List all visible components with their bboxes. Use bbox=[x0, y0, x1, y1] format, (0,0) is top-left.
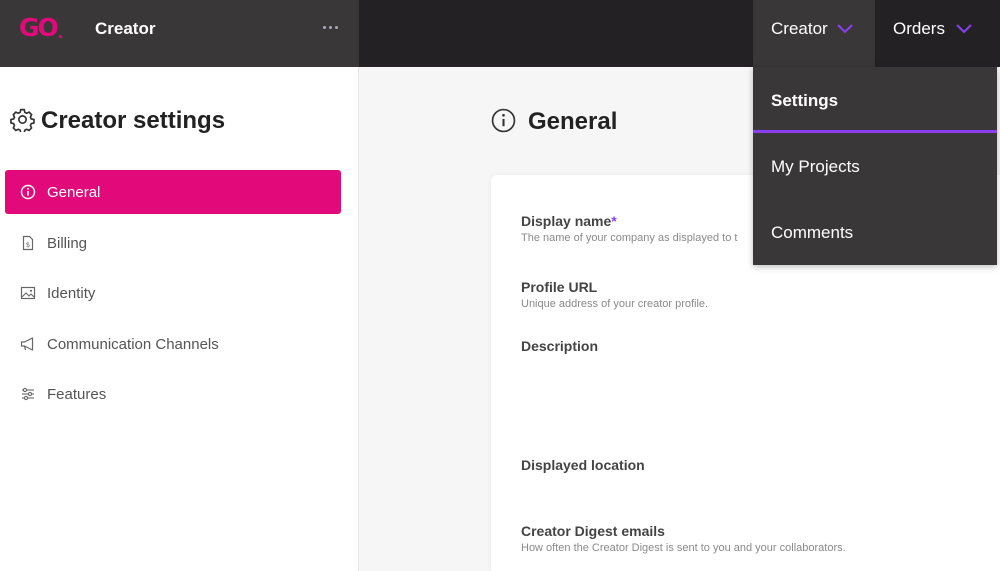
page-title: General bbox=[528, 108, 618, 135]
sidebar-item-label: Communication Channels bbox=[47, 336, 219, 353]
menu-item-label: Settings bbox=[771, 91, 839, 110]
sidebar-item-label: Identity bbox=[47, 285, 96, 302]
invoice-icon: $ bbox=[22, 235, 34, 251]
sidebar-item-billing[interactable]: $ Billing bbox=[5, 221, 341, 265]
brand-area: GO Creator bbox=[0, 0, 359, 67]
field-label: Description bbox=[521, 338, 599, 354]
menu-item-comments[interactable]: Comments bbox=[753, 199, 997, 265]
field-help: The name of your company as displayed to… bbox=[521, 232, 738, 244]
gear-icon bbox=[10, 108, 35, 132]
app-title: Creator bbox=[95, 19, 156, 38]
nav-orders-label: Orders bbox=[893, 19, 945, 38]
menu-item-my-projects[interactable]: My Projects bbox=[753, 133, 997, 199]
sidebar-item-label: Billing bbox=[47, 235, 88, 252]
top-bar: GO Creator Creator Orders bbox=[0, 0, 1000, 67]
image-icon bbox=[20, 286, 36, 300]
sliders-icon bbox=[22, 387, 34, 401]
field-label: Displayed location bbox=[521, 457, 645, 473]
displayed-location-field[interactable]: Displayed location bbox=[521, 457, 645, 473]
info-icon bbox=[491, 108, 516, 133]
ellipsis-icon[interactable] bbox=[316, 18, 344, 36]
field-label: Creator Digest emails bbox=[521, 523, 665, 539]
sidebar-item-identity[interactable]: Identity bbox=[5, 271, 341, 315]
chevron-down-icon bbox=[956, 24, 972, 34]
description-field[interactable]: Description bbox=[521, 338, 598, 354]
field-label: Display name* bbox=[521, 213, 617, 229]
menu-item-settings[interactable]: Settings bbox=[753, 67, 997, 133]
menu-item-label: My Projects bbox=[771, 157, 860, 176]
logo-dot bbox=[59, 35, 62, 38]
sidebar-item-label: General bbox=[47, 184, 101, 201]
svg-text:$: $ bbox=[26, 241, 30, 249]
settings-sidebar: Creator settings General $ Billing Ident… bbox=[0, 67, 359, 571]
sidebar-item-features[interactable]: Features bbox=[5, 372, 341, 416]
creator-dropdown-menu: Settings My Projects Comments bbox=[753, 67, 997, 265]
go-logo[interactable]: GO bbox=[19, 13, 59, 42]
nav-creator-label: Creator bbox=[771, 19, 828, 38]
nav-creator-menu[interactable]: Creator bbox=[753, 0, 875, 67]
required-mark: * bbox=[611, 213, 617, 229]
nav-orders-menu[interactable]: Orders bbox=[875, 0, 1000, 67]
chevron-down-icon bbox=[837, 24, 853, 34]
field-help: Unique address of your creator profile. bbox=[521, 298, 709, 310]
display-name-field[interactable]: Display name* The name of your company a… bbox=[521, 213, 737, 244]
menu-item-label: Comments bbox=[771, 223, 854, 242]
creator-digest-emails-field[interactable]: Creator Digest emails How often the Crea… bbox=[521, 523, 846, 554]
sidebar-item-general[interactable]: General bbox=[5, 170, 341, 214]
profile-url-field[interactable]: Profile URL Unique address of your creat… bbox=[521, 279, 708, 310]
sidebar-item-label: Features bbox=[47, 386, 107, 403]
field-label: Profile URL bbox=[521, 279, 598, 295]
info-icon bbox=[20, 184, 36, 200]
sidebar-item-communication-channels[interactable]: Communication Channels bbox=[5, 322, 341, 366]
megaphone-icon bbox=[20, 337, 34, 351]
field-help: How often the Creator Digest is sent to … bbox=[521, 542, 846, 554]
sidebar-title: Creator settings bbox=[41, 107, 226, 134]
